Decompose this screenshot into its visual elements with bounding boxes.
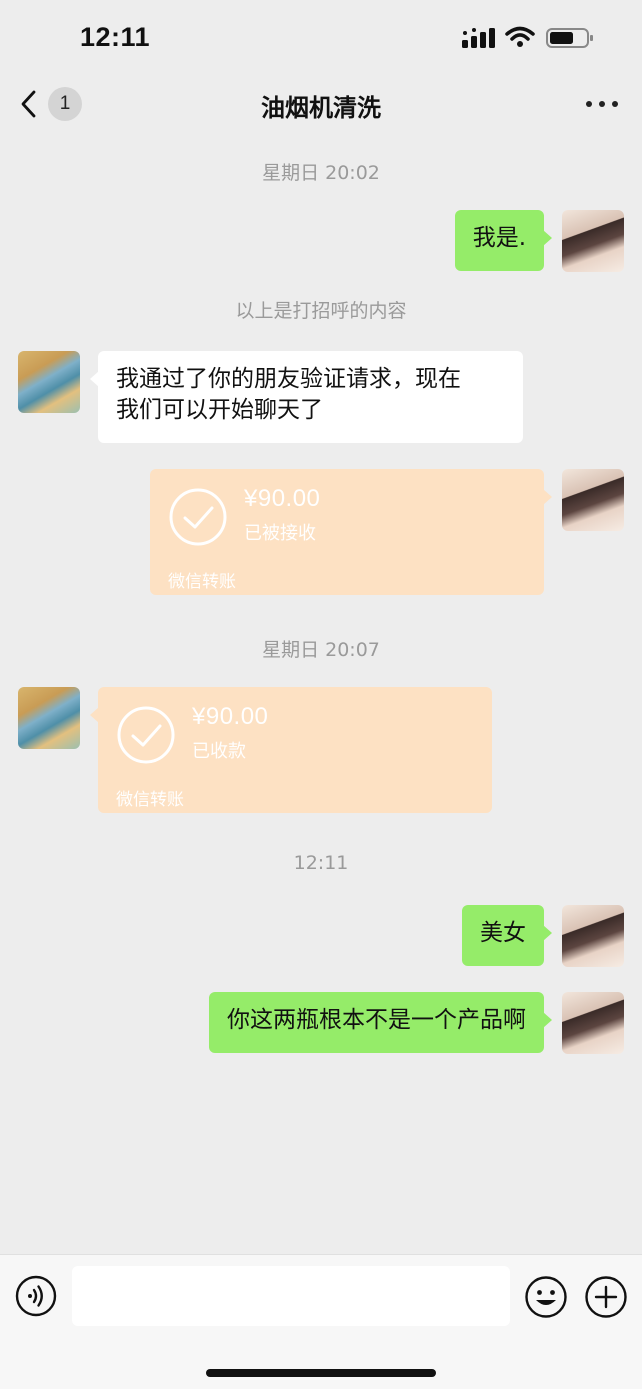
transfer-label: 微信转账 (116, 790, 184, 810)
friend-avatar[interactable] (18, 687, 80, 749)
check-circle-icon (117, 706, 175, 764)
message-text: 你这两瓶根本不是一个产品啊 (227, 1007, 526, 1033)
more-dot-icon (612, 101, 618, 107)
transfer-amount: ¥90.00 (244, 485, 321, 512)
more-dot-icon (599, 101, 605, 107)
system-note: 以上是打招呼的内容 (235, 300, 407, 322)
message-text: 美女 (480, 920, 526, 946)
my-avatar[interactable] (562, 210, 624, 272)
timestamp: 12:11 (293, 852, 349, 874)
my-avatar[interactable] (562, 905, 624, 967)
battery-icon (546, 28, 593, 48)
message-input[interactable] (72, 1266, 510, 1326)
status-bar: 12:11 (0, 0, 642, 78)
timestamp: 星期日 20:07 (262, 639, 380, 661)
timestamp: 星期日 20:02 (262, 162, 380, 184)
chat-title: 油烟机清洗 (261, 94, 381, 122)
transfer-amount: ¥90.00 (192, 703, 269, 730)
more-dot-icon (586, 101, 592, 107)
transfer-card[interactable]: ¥90.00 已收款 微信转账 (90, 687, 492, 813)
message-text: 我们可以开始聊天了 (116, 397, 323, 423)
friend-avatar[interactable] (18, 351, 80, 413)
input-bar (0, 1254, 642, 1389)
transfer-status: 已被接收 (244, 523, 316, 544)
more-options-button[interactable] (582, 90, 622, 118)
status-time: 12:11 (80, 22, 151, 52)
transfer-status: 已收款 (192, 741, 246, 762)
emoji-icon[interactable] (524, 1275, 568, 1319)
friend-message-bubble[interactable]: 我通过了你的朋友验证请求，现在 我们可以开始聊天了 (90, 351, 523, 443)
my-message-bubble[interactable]: 你这两瓶根本不是一个产品啊 (209, 992, 552, 1053)
signal-icon (462, 28, 495, 48)
nav-bar: 1 油烟机清洗 (0, 78, 642, 130)
plus-circle-icon[interactable] (584, 1275, 628, 1319)
voice-input-icon[interactable] (15, 1275, 57, 1317)
my-avatar[interactable] (562, 469, 624, 531)
transfer-label: 微信转账 (168, 572, 236, 592)
message-text: 我通过了你的朋友验证请求，现在 (116, 366, 461, 392)
my-message-bubble[interactable]: 我是. (454, 210, 553, 271)
home-indicator (206, 1369, 436, 1377)
transfer-card[interactable]: ¥90.00 已被接收 微信转账 (150, 469, 552, 595)
wifi-icon (505, 26, 535, 47)
my-message-bubble[interactable]: 美女 (462, 905, 552, 966)
message-text: 我是. (472, 225, 526, 251)
check-circle-icon (169, 488, 227, 546)
my-avatar[interactable] (562, 992, 624, 1054)
